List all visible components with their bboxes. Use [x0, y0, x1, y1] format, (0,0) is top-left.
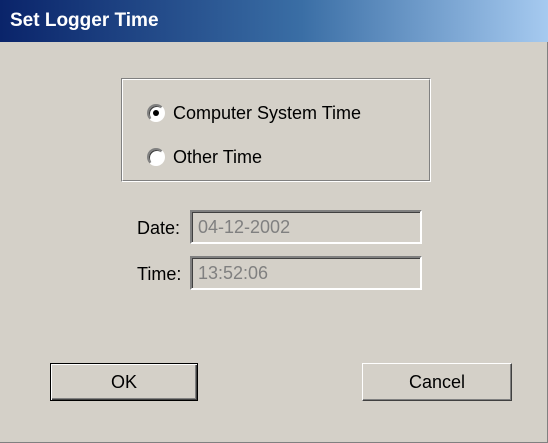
time-field: 13:52:06 [190, 256, 422, 290]
radio-other-time[interactable]: Other Time [147, 144, 262, 170]
time-label: Time: [137, 264, 182, 284]
ok-button[interactable]: OK [50, 363, 198, 401]
set-logger-time-dialog: Set Logger Time Computer System Time Oth… [0, 0, 548, 443]
radio-dot-icon [153, 110, 159, 116]
radio-computer-system-time[interactable]: Computer System Time [147, 100, 361, 126]
radio-label-computer-system-time[interactable]: Computer System Time [173, 103, 361, 124]
time-source-group: Computer System Time Other Time [121, 78, 431, 182]
radio-label-other-time[interactable]: Other Time [173, 147, 262, 168]
date-label: Date: [137, 218, 181, 238]
dialog-title: Set Logger Time [10, 10, 159, 31]
radio-unselected-icon[interactable] [147, 148, 165, 166]
title-bar[interactable]: Set Logger Time [0, 0, 548, 42]
radio-selected-icon[interactable] [147, 104, 165, 122]
cancel-button[interactable]: Cancel [362, 363, 512, 401]
date-field: 04-12-2002 [190, 210, 422, 244]
